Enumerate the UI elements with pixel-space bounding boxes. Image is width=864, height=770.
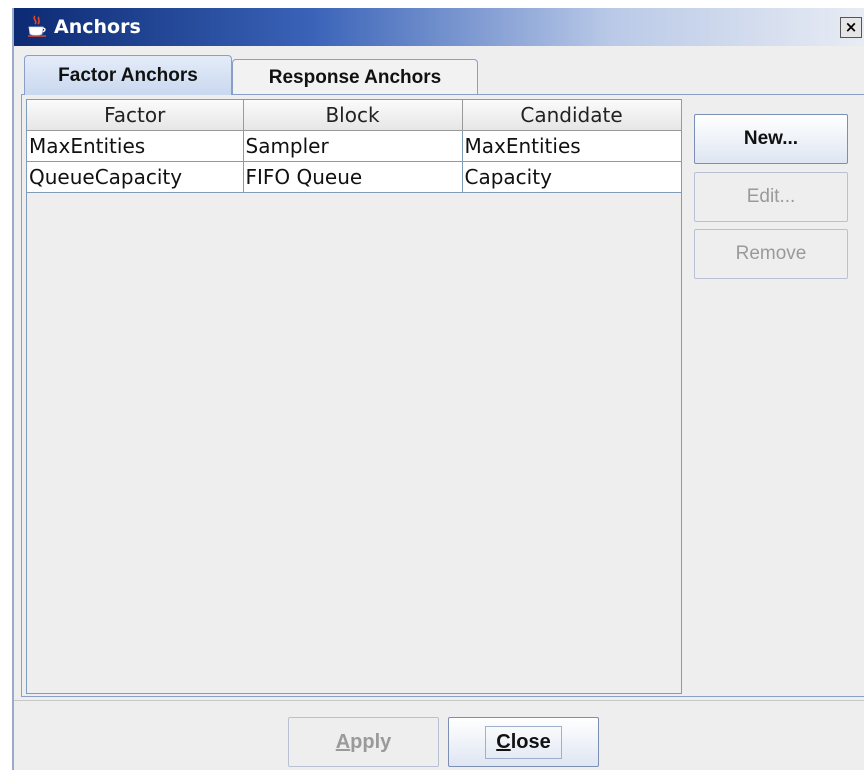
new-button[interactable]: New...: [694, 114, 848, 164]
edit-button[interactable]: Edit...: [694, 172, 848, 222]
cell-block[interactable]: FIFO Queue: [243, 161, 463, 193]
column-header-candidate[interactable]: Candidate: [462, 100, 682, 131]
title-bar[interactable]: Anchors ×: [14, 8, 864, 46]
tab-response-anchors[interactable]: Response Anchors: [232, 59, 478, 95]
dialog-button-bar: Apply Close: [14, 700, 864, 770]
cell-factor[interactable]: MaxEntities: [27, 130, 244, 162]
remove-button[interactable]: Remove: [694, 229, 848, 279]
window-title: Anchors: [54, 16, 141, 38]
table-row[interactable]: QueueCapacity FIFO Queue Capacity: [27, 161, 682, 193]
button-label: Edit...: [746, 186, 796, 207]
column-header-block[interactable]: Block: [243, 100, 463, 131]
column-header-factor[interactable]: Factor: [27, 100, 244, 131]
close-button[interactable]: Close: [448, 717, 599, 767]
anchors-table-scroll-area[interactable]: Factor Block Candidate MaxEntities Sampl…: [26, 99, 682, 694]
close-icon: ×: [844, 18, 858, 36]
tab-factor-anchors[interactable]: Factor Anchors: [24, 55, 232, 95]
anchors-dialog: Anchors × Factor Anchors Response Anchor…: [12, 8, 864, 770]
anchors-table: Factor Block Candidate MaxEntities Sampl…: [27, 100, 682, 193]
tab-label: Factor Anchors: [58, 64, 198, 86]
button-label: New...: [743, 128, 799, 149]
close-window-button[interactable]: ×: [840, 17, 862, 38]
cell-block[interactable]: Sampler: [243, 130, 463, 162]
tab-label: Response Anchors: [268, 66, 442, 88]
button-label: Close: [485, 725, 562, 759]
table-row[interactable]: MaxEntities Sampler MaxEntities: [27, 130, 682, 162]
button-label: Apply: [335, 730, 392, 753]
button-label: Remove: [735, 243, 807, 264]
cell-factor[interactable]: QueueCapacity: [27, 161, 244, 193]
cell-candidate[interactable]: MaxEntities: [462, 130, 682, 162]
apply-button[interactable]: Apply: [288, 717, 439, 767]
cell-candidate[interactable]: Capacity: [462, 161, 682, 193]
java-coffee-cup-icon: [28, 15, 46, 37]
